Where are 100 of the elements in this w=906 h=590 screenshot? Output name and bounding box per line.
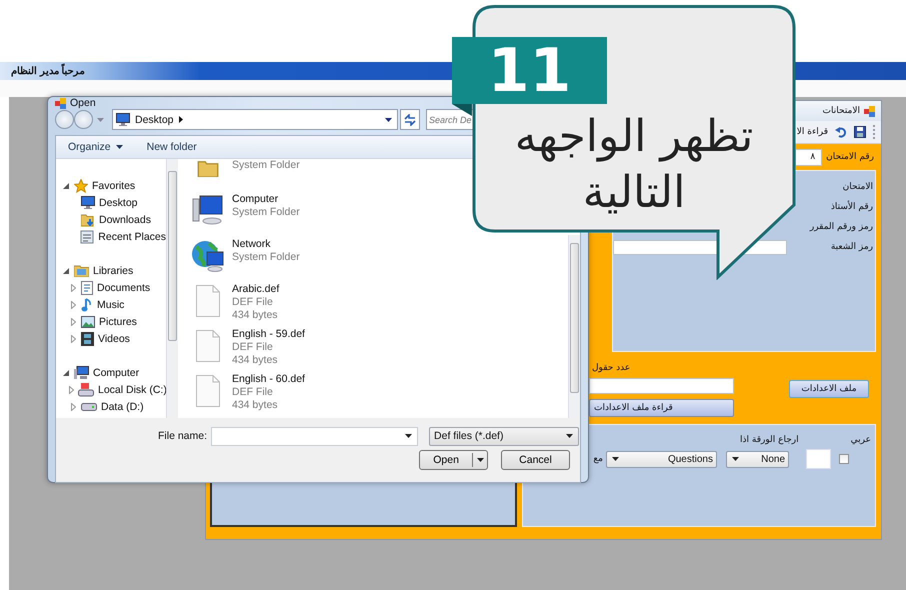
document-icon: [196, 285, 220, 317]
desktop-icon: [116, 113, 130, 126]
star-icon: [74, 178, 88, 192]
recent-places-icon: [80, 230, 94, 244]
scrollbar[interactable]: [568, 235, 580, 418]
network-globe-icon: [191, 240, 225, 272]
hard-drive-icon: [78, 382, 94, 396]
computer-icon: [192, 195, 224, 225]
file-type: System Folder: [232, 159, 300, 172]
dropdown[interactable]: None: [726, 450, 789, 468]
breadcrumb-arrow-icon: [178, 116, 183, 123]
caret-icon: [732, 457, 739, 461]
expanded-arrow-icon[interactable]: [63, 182, 69, 188]
desktop-icon: [81, 196, 95, 209]
file-name: Arabic.def: [232, 283, 280, 296]
cancel-button[interactable]: Cancel: [501, 450, 570, 470]
toolbar-button[interactable]: قراءة الا: [796, 127, 828, 137]
field-label: ارجاع الورقة اذا: [740, 435, 799, 445]
field-label: File name:: [158, 430, 208, 442]
app-icon: [55, 98, 66, 108]
collapsed-arrow-icon[interactable]: [70, 334, 76, 342]
nav-item[interactable]: Libraries: [93, 264, 134, 276]
document-icon: [196, 375, 220, 407]
caret-icon: [116, 145, 123, 149]
file-size: 434 bytes: [232, 399, 279, 412]
file-name: English - 60.def: [232, 373, 305, 386]
pictures-icon: [81, 316, 95, 328]
file-name: Network: [232, 238, 272, 251]
refresh-icon: [404, 114, 416, 126]
dialog-title: Open: [70, 97, 96, 109]
computer-icon: [74, 366, 89, 380]
nav-item[interactable]: Computer: [93, 366, 140, 378]
nav-item[interactable]: Downloads: [99, 214, 151, 226]
music-note-icon: [81, 298, 93, 312]
collapsed-arrow-icon[interactable]: [70, 402, 76, 410]
field-label: الامتحان: [842, 182, 873, 192]
app-title: مرحباً مدير النظام: [11, 65, 85, 77]
input-field[interactable]: [806, 449, 831, 469]
nav-item[interactable]: Local Disk (C:): [98, 384, 167, 396]
film-strip-icon: [81, 332, 94, 346]
file-name-field[interactable]: [211, 426, 418, 446]
caret-icon: [566, 434, 574, 438]
file-type: System Folder: [232, 206, 300, 219]
field-label: رمز الشعبة: [830, 242, 873, 252]
nav-item[interactable]: Videos: [98, 332, 130, 344]
open-button[interactable]: Open: [419, 450, 488, 470]
file-size: 434 bytes: [232, 354, 279, 367]
document-icon: [81, 280, 93, 294]
forward-button[interactable]: [74, 110, 93, 129]
file-type-dropdown[interactable]: Def files (*.def): [429, 426, 580, 446]
nav-item[interactable]: Documents: [97, 282, 150, 294]
undo-icon[interactable]: [835, 126, 847, 138]
file-name: Computer: [232, 193, 280, 206]
libraries-icon: [74, 264, 89, 277]
scrollbar[interactable]: [166, 159, 178, 418]
nav-item[interactable]: Desktop: [99, 196, 138, 208]
caret-icon: [97, 118, 104, 122]
step-number: 11: [452, 37, 607, 104]
collapsed-arrow-icon[interactable]: [69, 386, 74, 394]
collapsed-arrow-icon[interactable]: [70, 284, 76, 292]
field-label: رقم الأستاذ: [830, 202, 873, 212]
field-label: رقم الامتحان: [826, 152, 874, 162]
field-label: رمز ورقم المقرر: [810, 222, 873, 232]
collapsed-arrow-icon[interactable]: [70, 318, 76, 326]
dropdown[interactable]: Questions: [606, 450, 717, 468]
nav-item[interactable]: Favorites: [92, 180, 136, 192]
refresh-button[interactable]: [400, 109, 420, 130]
new-folder-button[interactable]: New folder: [146, 141, 197, 153]
nav-item[interactable]: Recent Places: [98, 230, 166, 242]
organize-menu[interactable]: Organize: [68, 141, 123, 153]
expanded-arrow-icon[interactable]: [63, 370, 69, 376]
hard-drive-icon: [81, 402, 97, 410]
back-button[interactable]: [55, 110, 74, 129]
collapsed-arrow-icon[interactable]: [70, 300, 76, 308]
field-label: عربي: [850, 435, 871, 445]
settings-file-button[interactable]: ملف الاعدادات: [789, 380, 869, 398]
address-bar[interactable]: Desktop: [112, 109, 398, 130]
window-title: الامتحانات: [822, 106, 860, 116]
checkbox[interactable]: [839, 454, 849, 464]
file-type: System Folder: [232, 251, 300, 264]
file-size: 434 bytes: [232, 309, 279, 322]
callout-text: تظهر الواجهه: [514, 112, 754, 162]
file-type: DEF File: [232, 386, 274, 399]
nav-item[interactable]: Music: [97, 298, 124, 310]
downloads-folder-icon: [81, 212, 95, 226]
nav-item[interactable]: Data (D:): [101, 400, 144, 412]
file-type: DEF File: [232, 296, 274, 309]
save-icon[interactable]: [854, 126, 866, 138]
expanded-arrow-icon[interactable]: [63, 268, 69, 274]
file-name: English - 59.def: [232, 328, 305, 341]
caret-icon: [476, 458, 484, 462]
read-settings-button[interactable]: قراءة ملف الاعدادات: [589, 399, 734, 417]
file-type: DEF File: [232, 341, 274, 354]
field-label: مع: [593, 454, 603, 464]
caret-icon: [405, 434, 412, 438]
input-field[interactable]: [589, 378, 734, 394]
app-icon: [864, 106, 875, 116]
caret-icon: [612, 457, 619, 461]
nav-item[interactable]: Pictures: [99, 316, 137, 328]
exam-number-field[interactable]: ٨: [796, 148, 822, 166]
